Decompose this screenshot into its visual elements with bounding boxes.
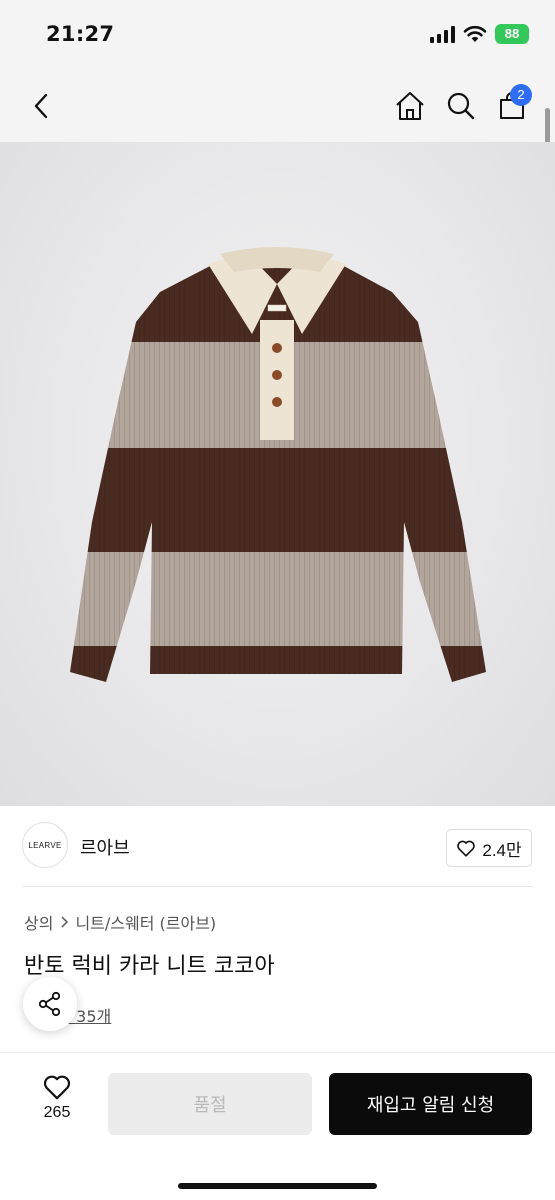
top-navigation: 2 [0,70,555,142]
search-icon [447,92,475,120]
status-bar: 21:27 88 [0,0,555,70]
status-icons: 88 [430,24,529,44]
search-button[interactable] [441,84,481,128]
brand-logo[interactable]: LEARVE [22,822,68,868]
chevron-left-icon [34,93,48,119]
chevron-right-icon [61,916,69,928]
brand-like-button[interactable]: 2.4만 [446,829,532,867]
cellular-signal-icon [430,25,455,43]
home-button[interactable] [390,84,430,128]
brand-name[interactable]: 르아브 [80,834,130,860]
breadcrumb-item[interactable]: 니트/스웨터 (르아브) [75,910,216,934]
product-image[interactable] [0,142,555,806]
wishlist-button[interactable]: 265 [20,1073,94,1137]
battery-indicator: 88 [495,24,529,44]
sweater-image [70,247,486,682]
product-title: 반토 럭비 카라 니트 코코아 [24,954,275,979]
status-time: 21:27 [46,22,115,46]
wishlist-count: 265 [43,1104,71,1121]
product-detail-page: 21:27 88 2 LEARVE 르아브 2.4만 상의 니트/스웨터 (르아… [0,0,555,1200]
breadcrumb: 상의 니트/스웨터 (르아브) [24,910,216,934]
back-button[interactable] [22,84,62,128]
home-icon [396,92,424,120]
home-indicator [178,1183,377,1189]
heart-icon [457,840,476,857]
wifi-icon [463,25,487,42]
breadcrumb-item[interactable]: 상의 [24,910,53,934]
restock-alert-button[interactable]: 재입고 알림 신청 [329,1073,532,1135]
brand-like-count: 2.4만 [482,840,522,860]
divider [22,886,533,887]
share-button[interactable] [23,977,77,1031]
cart-count-badge: 2 [510,84,532,106]
brand-row[interactable]: LEARVE 르아브 2.4만 [0,806,555,886]
bottom-action-bar: 265 품절 재입고 알림 신청 [0,1052,555,1200]
heart-icon [43,1075,71,1100]
soldout-button: 품절 [108,1073,312,1135]
share-icon [38,991,61,1017]
